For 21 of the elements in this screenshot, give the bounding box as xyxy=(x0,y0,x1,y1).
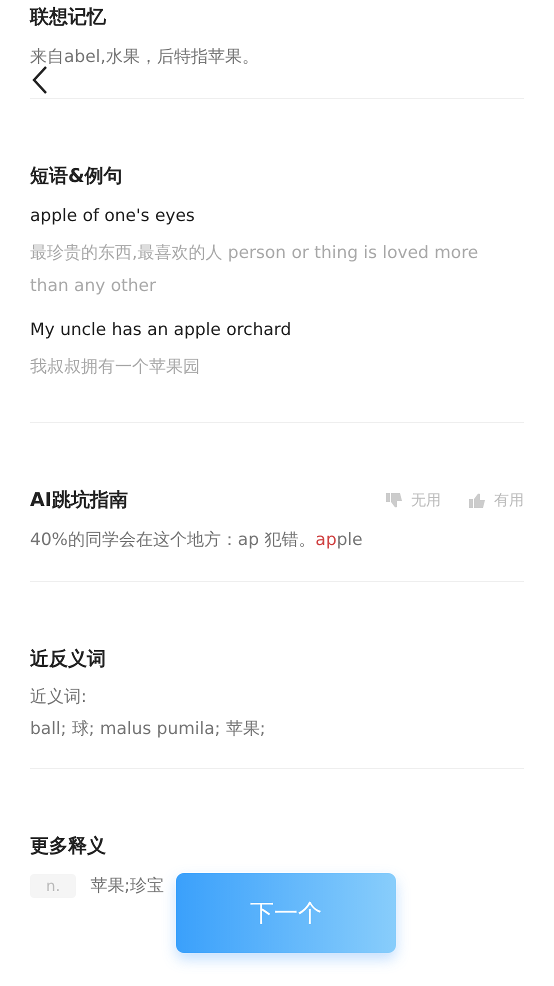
section-title: 联想记忆 xyxy=(30,5,106,30)
memory-text: 来自abel,水果，后特指苹果。 xyxy=(30,46,260,69)
part-of-speech-tag: n. xyxy=(30,874,76,898)
definition-text: 苹果;珍宝 xyxy=(90,875,164,898)
thumbs-up-icon xyxy=(469,492,486,508)
section-title: 近反义词 xyxy=(30,647,106,672)
next-button[interactable]: 下一个 xyxy=(176,873,396,953)
tip-text: 40%的同学会在这个地方：ap 犯错。apple xyxy=(30,529,364,552)
phrase-text: apple of one's eyes xyxy=(30,205,196,228)
synonym-list: ball; 球; malus pumila; 苹果; xyxy=(30,716,524,742)
section-title: 更多释义 xyxy=(30,834,106,859)
phrase-translation: 我叔叔拥有一个苹果园 xyxy=(30,356,201,379)
thumbs-down-icon xyxy=(386,492,403,508)
feedback-button[interactable]: 有用 xyxy=(469,490,524,510)
section-title: AI跳坑指南 xyxy=(30,488,128,513)
back-button[interactable] xyxy=(30,64,50,96)
phrase-text: My uncle has an apple orchard xyxy=(30,319,292,342)
synonym-label: 近义词: xyxy=(30,686,88,709)
section-title: 短语&例句 xyxy=(30,164,123,189)
phrase-translation: 最珍贵的东西,最喜欢的人 person or thing is loved more than any other xyxy=(30,242,480,298)
feedback-button[interactable]: 无用 xyxy=(386,490,441,510)
